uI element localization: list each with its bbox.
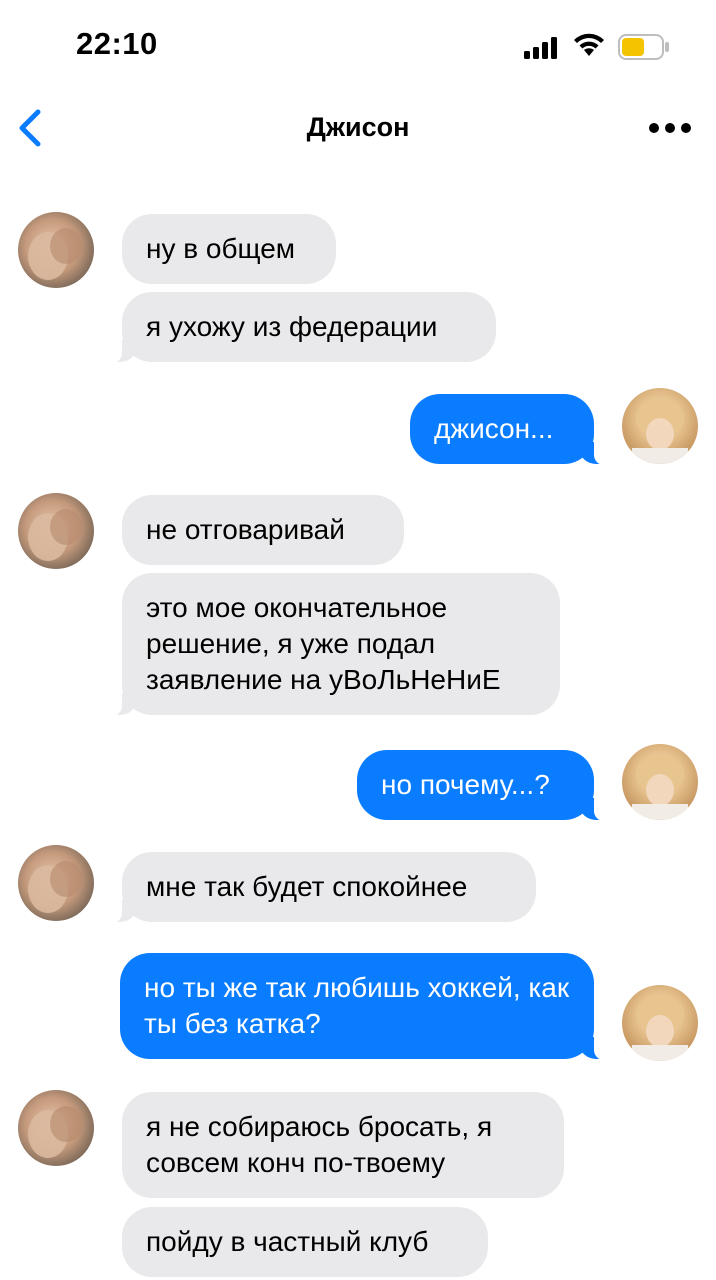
more-options-button[interactable]	[648, 120, 692, 136]
incoming-message: это мое окончательное решение, я уже под…	[106, 573, 560, 716]
contact-avatar[interactable]	[18, 212, 94, 288]
incoming-message: пойду в частный клуб	[122, 1207, 488, 1277]
outgoing-message: но почему...?	[357, 750, 610, 821]
contact-avatar[interactable]	[18, 493, 94, 569]
contact-name[interactable]: Джисон	[0, 112, 716, 143]
incoming-message: не отговаривай	[122, 495, 404, 565]
incoming-message: я не собираюсь бросать, я совсем конч по…	[122, 1092, 564, 1198]
incoming-message: мне так будет спокойнее	[106, 852, 536, 923]
incoming-message: я ухожу из федерации	[106, 292, 496, 363]
conversation-header: Джисон	[0, 96, 716, 166]
my-avatar[interactable]	[622, 985, 698, 1061]
incoming-message: ну в общем	[122, 214, 336, 284]
outgoing-message: джисон...	[410, 394, 610, 465]
cellular-signal-icon	[524, 36, 560, 65]
wifi-icon	[572, 32, 606, 63]
ellipsis-icon	[649, 123, 691, 133]
my-avatar[interactable]	[622, 744, 698, 820]
my-avatar[interactable]	[622, 388, 698, 464]
status-time: 22:10	[76, 26, 158, 61]
status-bar: 22:10	[0, 0, 716, 96]
battery-icon	[618, 34, 670, 65]
outgoing-message: но ты же так любишь хоккей, как ты без к…	[120, 953, 610, 1060]
contact-avatar[interactable]	[18, 1090, 94, 1166]
contact-avatar[interactable]	[18, 845, 94, 921]
